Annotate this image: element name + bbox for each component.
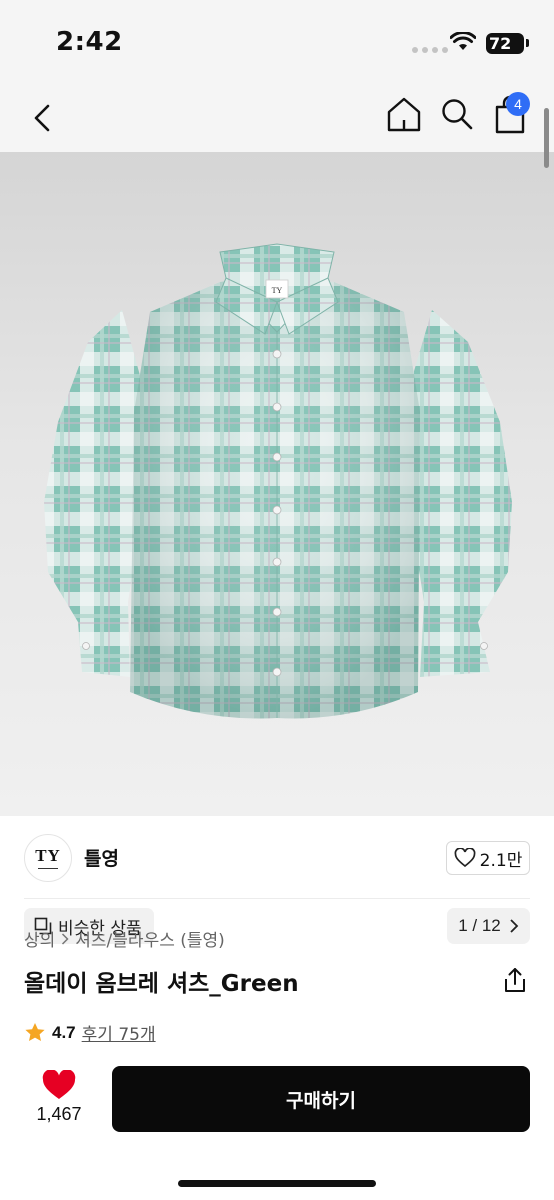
divider	[24, 898, 530, 899]
home-indicator[interactable]	[178, 1180, 376, 1187]
search-icon[interactable]	[437, 94, 477, 134]
shirt-label-text: TY	[272, 286, 283, 295]
brand-logo-underline	[38, 867, 58, 869]
status-bar: 2:42 72	[0, 0, 554, 86]
home-icon[interactable]	[384, 94, 424, 134]
breadcrumb-category[interactable]: 상의	[24, 926, 55, 951]
chevron-right-icon	[510, 919, 519, 933]
brand-logo-text: TY	[35, 845, 61, 865]
brand-like-button[interactable]: 2.1만	[446, 841, 530, 875]
breadcrumb-subcategory[interactable]: 셔츠/블라우스 (틀영)	[75, 926, 225, 951]
cart-count-badge: 4	[506, 92, 530, 116]
product-title: 올데이 옴브레 셔츠_Green	[24, 971, 299, 997]
brand-name[interactable]: 틀영	[84, 844, 119, 871]
image-page-counter[interactable]: 1 / 12	[447, 908, 530, 944]
wishlist-count: 1,467	[36, 1104, 82, 1124]
shirt-image: TY	[44, 243, 512, 719]
buy-button[interactable]: 구매하기	[112, 1066, 530, 1132]
chevron-right-icon	[62, 932, 69, 945]
top-nav-bar: 4	[0, 86, 554, 152]
page-counter-text: 1 / 12	[458, 916, 501, 935]
brand-row[interactable]: TY 틀영 2.1만	[0, 816, 554, 900]
rating-value: 4.7	[52, 1022, 76, 1042]
back-arrow-icon[interactable]	[26, 98, 62, 138]
brand-like-count: 2.1만	[479, 850, 523, 871]
rating-row: 4.7 후기 75개	[24, 1020, 156, 1045]
scrollbar[interactable]	[544, 108, 549, 168]
status-time: 2:42	[56, 27, 123, 57]
reviews-link[interactable]: 후기 75개	[82, 1020, 156, 1045]
cellular-signal-icon	[412, 47, 448, 53]
heart-filled-icon[interactable]	[42, 1070, 76, 1100]
star-icon	[25, 1023, 45, 1041]
breadcrumb: 상의 셔츠/블라우스 (틀영)	[24, 926, 225, 951]
battery-tip	[526, 39, 529, 47]
battery-icon: 72	[486, 33, 524, 54]
share-icon[interactable]	[502, 966, 528, 994]
heart-outline-icon	[454, 848, 476, 868]
brand-logo[interactable]: TY	[24, 834, 72, 882]
product-detail-screen: 2:42 72 4 TY 비슷한 상품 1 / 12 TY 틀영 2.1만 상의…	[0, 0, 554, 1200]
wifi-icon	[450, 32, 476, 50]
product-image-gallery[interactable]: TY 비슷한 상품 1 / 12	[0, 152, 554, 944]
